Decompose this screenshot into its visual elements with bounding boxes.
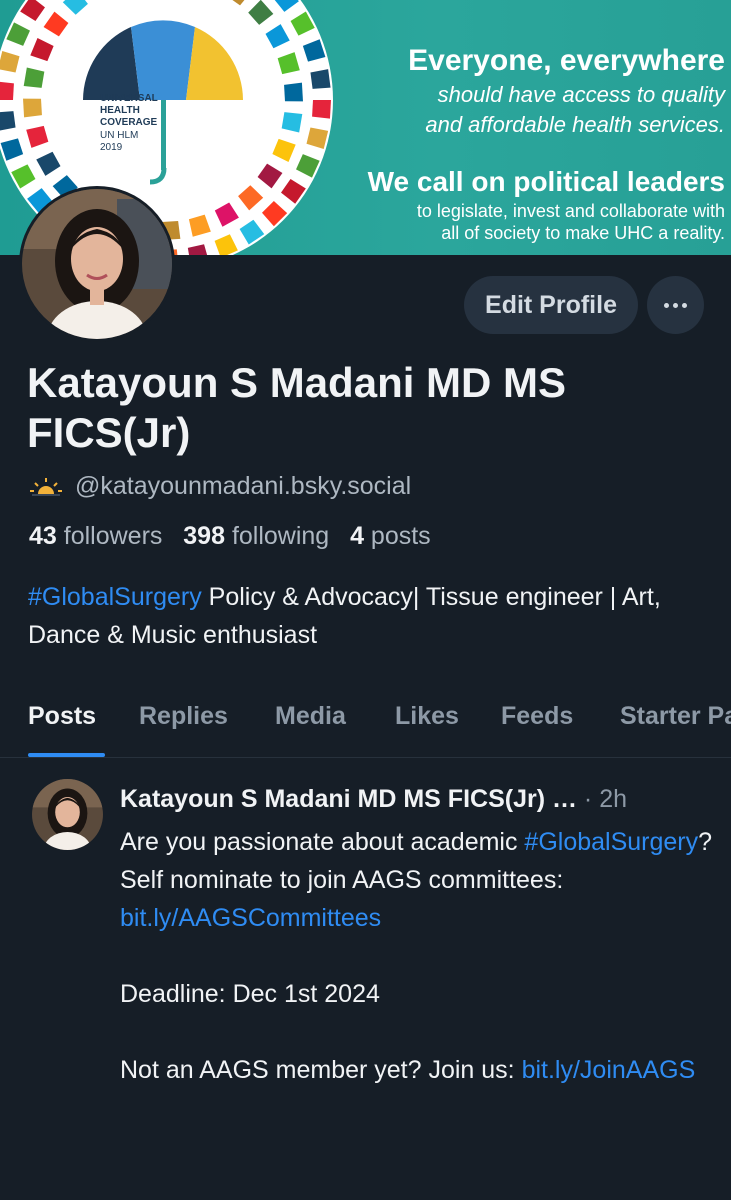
more-options-button[interactable] <box>647 276 704 334</box>
tab-replies[interactable]: Replies <box>139 702 228 731</box>
tab-starter-packs[interactable]: Starter Packs <box>620 702 731 731</box>
banner-line: should have access to quality <box>437 82 725 107</box>
post-item[interactable]: Katayoun S Madani MD MS FICS(Jr) … · 2h … <box>0 759 731 1200</box>
tab-posts[interactable]: Posts <box>28 702 96 731</box>
profile-handle[interactable]: @katayounmadani.bsky.social <box>75 472 411 501</box>
svg-text:UN HLM: UN HLM <box>100 130 138 141</box>
banner-headline: Everyone, everywhere <box>408 44 725 77</box>
post-author-avatar[interactable] <box>32 779 103 850</box>
logo-ring-segment <box>310 69 331 89</box>
tab-likes[interactable]: Likes <box>395 702 459 731</box>
post-author-name[interactable]: Katayoun S Madani MD MS FICS(Jr) … <box>120 785 577 813</box>
banner-headline: We call on political leaders <box>367 166 725 197</box>
post-text-segment: Are you passionate about academic <box>120 828 525 856</box>
tab-media[interactable]: Media <box>275 702 346 731</box>
active-tab-indicator <box>28 753 105 757</box>
post-text-segment: Deadline: Dec 1st 2024 Not an AAGS membe… <box>120 980 515 1084</box>
svg-text:COVERAGE: COVERAGE <box>100 117 158 128</box>
logo-ring-segment <box>284 82 303 102</box>
post-timestamp[interactable]: · 2h <box>577 785 627 813</box>
profile-tabs: Posts Replies Media Likes Feeds Starter … <box>0 690 731 758</box>
svg-text:HEALTH: HEALTH <box>100 105 140 116</box>
ellipsis-dot <box>682 302 687 308</box>
post-text: Are you passionate about academic #Globa… <box>120 823 720 1089</box>
profile-bio: #GlobalSurgery Policy & Advocacy| Tissue… <box>28 578 668 654</box>
logo-ring-segment <box>0 81 14 100</box>
avatar-photo <box>22 189 172 339</box>
logo-ring-segment <box>23 98 42 118</box>
banner-line: to legislate, invest and collaborate wit… <box>416 201 725 221</box>
banner-line: and affordable health services. <box>425 112 725 137</box>
svg-text:UNIVERSAL: UNIVERSAL <box>100 93 158 104</box>
followers-link[interactable]: 43 followers <box>29 522 162 550</box>
post-link-committees[interactable]: bit.ly/AAGSCommittees <box>120 904 381 932</box>
tab-feeds[interactable]: Feeds <box>501 702 573 731</box>
posts-count: 4 posts <box>350 522 431 550</box>
following-link[interactable]: 398 following <box>183 522 329 550</box>
profile-stats: 43 followers 398 following 4 posts <box>29 522 431 551</box>
logo-ring-segment <box>0 111 16 131</box>
edit-profile-button[interactable]: Edit Profile <box>464 276 638 334</box>
avatar-photo <box>32 779 103 850</box>
display-name: Katayoun S Madani MD MS FICS(Jr) <box>27 359 567 456</box>
post-header: Katayoun S Madani MD MS FICS(Jr) … · 2h <box>120 785 627 814</box>
ellipsis-icon <box>664 302 669 308</box>
profile-avatar[interactable] <box>19 186 175 342</box>
post-link-join[interactable]: bit.ly/JoinAAGS <box>522 1056 696 1084</box>
bio-hashtag-link[interactable]: #GlobalSurgery <box>28 583 202 611</box>
logo-ring-segment <box>312 100 331 119</box>
post-hashtag-link[interactable]: #GlobalSurgery <box>524 828 698 856</box>
handle-row: @katayounmadani.bsky.social <box>29 472 411 501</box>
svg-text:2019: 2019 <box>100 142 123 153</box>
ellipsis-dot <box>673 302 678 308</box>
banner-line: all of society to make UHC a reality. <box>441 223 725 243</box>
sunrise-icon <box>30 477 62 496</box>
